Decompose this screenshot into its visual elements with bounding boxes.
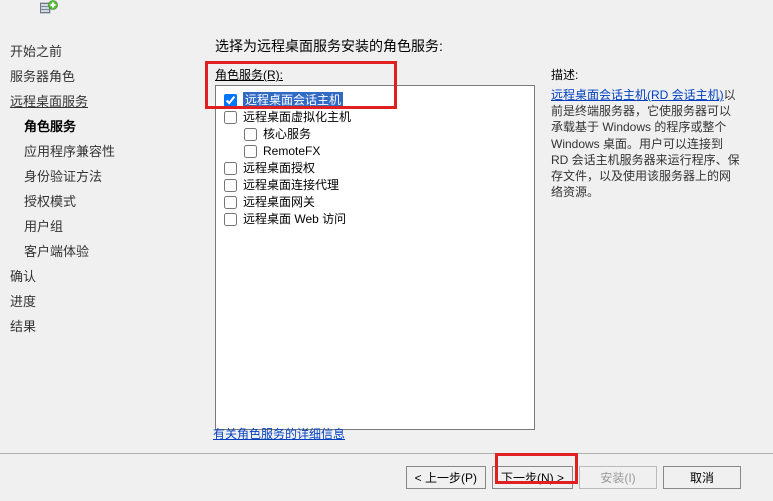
nav-user-groups[interactable]: 用户组 [10,213,190,238]
page-heading: 选择为远程桌面服务安装的角色服务: [215,36,763,56]
wizard-button-bar: < 上一步(P) 下一步(N) > 安装(I) 取消 [0,453,773,501]
role-rd-gateway[interactable]: 远程桌面网关 [224,194,526,211]
role-remotefx-label: RemoteFX [263,143,320,160]
role-rd-web-access-label: 远程桌面 Web 访问 [243,211,346,228]
role-rd-virtualization-host-checkbox[interactable] [224,111,237,124]
nav-confirm[interactable]: 确认 [10,263,190,288]
nav-app-compat[interactable]: 应用程序兼容性 [10,138,190,163]
role-rd-session-host-label: 远程桌面会话主机 [243,92,343,109]
description-body: 以前是终端服务器，它使服务器可以承载基于 Windows 的程序或整个 Wind… [551,88,740,199]
description-head: 描述: [551,66,741,83]
nav-before-you-begin[interactable]: 开始之前 [10,38,190,63]
nav-client-experience[interactable]: 客户端体验 [10,238,190,263]
description-link[interactable]: 远程桌面会话主机(RD 会话主机) [551,88,724,102]
nav-auth-method[interactable]: 身份验证方法 [10,163,190,188]
role-rd-web-access[interactable]: 远程桌面 Web 访问 [224,211,526,228]
role-services-listbox[interactable]: 远程桌面会话主机 远程桌面虚拟化主机 核心服务 RemoteFX [215,85,535,430]
role-rd-connection-broker[interactable]: 远程桌面连接代理 [224,177,526,194]
cancel-button[interactable]: 取消 [663,466,741,489]
install-button: 安装(I) [579,466,657,489]
roles-label: 角色服务(R): [215,66,535,83]
nav-progress[interactable]: 进度 [10,288,190,313]
role-details-link[interactable]: 有关角色服务的详细信息 [213,425,345,442]
role-rd-gateway-label: 远程桌面网关 [243,194,315,211]
role-rd-session-host-checkbox[interactable] [224,94,237,107]
nav-role-services[interactable]: 角色服务 [10,113,190,138]
role-remotefx-checkbox[interactable] [244,145,257,158]
description-text: 远程桌面会话主机(RD 会话主机)以前是终端服务器，它使服务器可以承载基于 Wi… [551,87,741,200]
nav-remote-desktop-services[interactable]: 远程桌面服务 [10,88,190,113]
nav-results[interactable]: 结果 [10,313,190,338]
prev-button[interactable]: < 上一步(P) [406,466,486,489]
role-remotefx[interactable]: RemoteFX [224,143,526,160]
role-rd-connection-broker-checkbox[interactable] [224,179,237,192]
role-rd-connection-broker-label: 远程桌面连接代理 [243,177,339,194]
role-core-services-label: 核心服务 [263,126,311,143]
role-core-services[interactable]: 核心服务 [224,126,526,143]
role-rd-virtualization-host-label: 远程桌面虚拟化主机 [243,109,351,126]
nav-server-roles[interactable]: 服务器角色 [10,63,190,88]
wizard-nav: 开始之前 服务器角色 远程桌面服务 角色服务 应用程序兼容性 身份验证方法 授权… [0,22,190,452]
role-rd-licensing-checkbox[interactable] [224,162,237,175]
nav-license-mode[interactable]: 授权模式 [10,188,190,213]
role-rd-gateway-checkbox[interactable] [224,196,237,209]
role-core-services-checkbox[interactable] [244,128,257,141]
server-add-icon [40,0,58,17]
role-rd-web-access-checkbox[interactable] [224,213,237,226]
role-rd-virtualization-host[interactable]: 远程桌面虚拟化主机 [224,109,526,126]
role-rd-session-host[interactable]: 远程桌面会话主机 [224,92,526,109]
role-rd-licensing[interactable]: 远程桌面授权 [224,160,526,177]
role-rd-licensing-label: 远程桌面授权 [243,160,315,177]
next-button[interactable]: 下一步(N) > [492,466,573,489]
